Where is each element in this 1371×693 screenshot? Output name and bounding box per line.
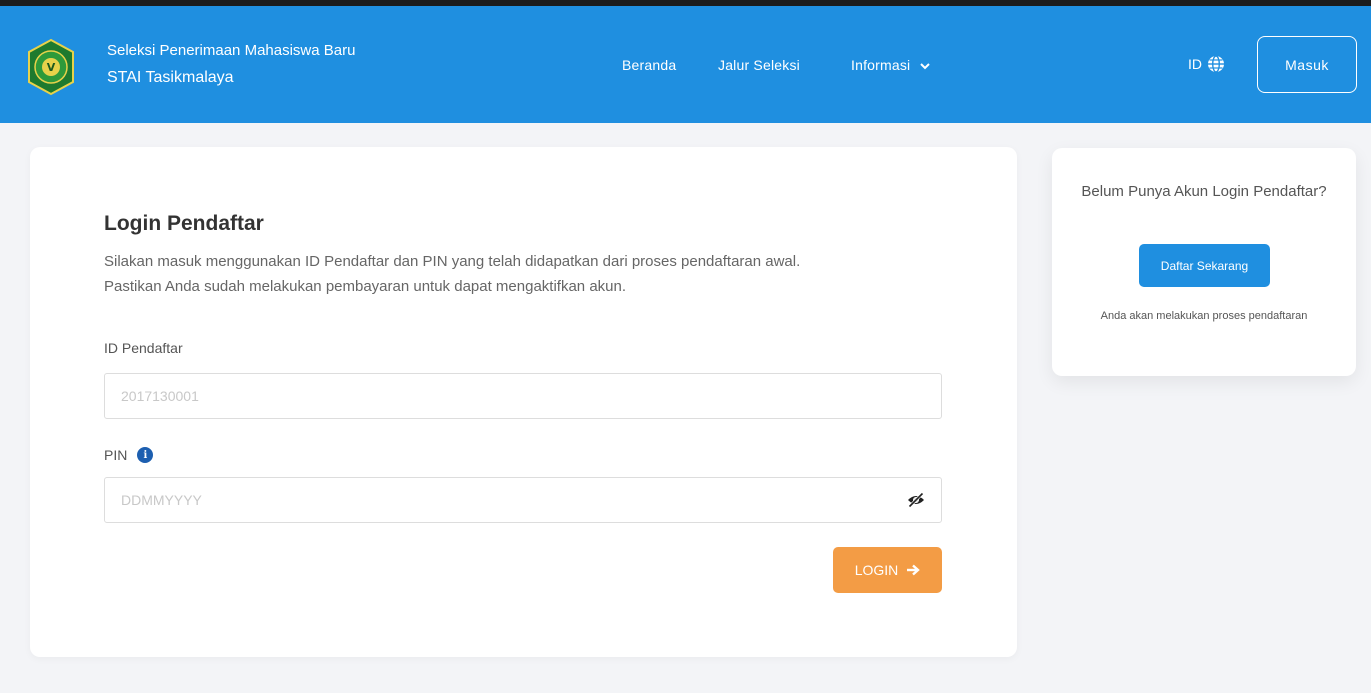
svg-text:V: V: [47, 61, 56, 74]
navbar: V Seleksi Penerimaan Mahasiswa Baru STAI…: [0, 6, 1371, 123]
login-description-line2: Pastikan Anda sudah melakukan pembayaran…: [104, 278, 627, 295]
brand-subtitle: STAI Tasikmalaya: [107, 69, 234, 86]
nav-dropdown-informasi[interactable]: Informasi: [851, 57, 931, 73]
globe-icon: [1208, 55, 1224, 73]
chevron-down-icon: [920, 63, 931, 70]
language-code: ID: [1188, 56, 1202, 72]
id-pendaftar-input[interactable]: [104, 373, 942, 419]
stai-logo-icon[interactable]: V: [26, 38, 76, 96]
nav-link-jalur-seleksi[interactable]: Jalur Seleksi: [718, 57, 800, 73]
info-icon[interactable]: i: [137, 447, 154, 463]
login-button[interactable]: LOGIN: [833, 547, 942, 593]
register-question: Belum Punya Akun Login Pendaftar?: [1081, 183, 1327, 200]
arrow-right-icon: [907, 564, 921, 576]
pin-input[interactable]: [104, 477, 942, 523]
login-description-line1: Silakan masuk menggunakan ID Pendaftar d…: [104, 253, 801, 270]
pin-label: PIN: [104, 447, 128, 463]
login-button-label: LOGIN: [854, 562, 899, 578]
register-note: Anda akan melakukan proses pendaftaran: [1100, 310, 1308, 322]
eye-slash-icon[interactable]: [906, 490, 926, 510]
login-title: Login Pendaftar: [104, 212, 264, 235]
language-switcher[interactable]: ID: [1188, 55, 1225, 73]
daftar-sekarang-button[interactable]: Daftar Sekarang: [1139, 244, 1270, 287]
brand-title: Seleksi Penerimaan Mahasiswa Baru: [107, 42, 356, 59]
nav-link-beranda[interactable]: Beranda: [622, 57, 676, 73]
nav-informasi-label: Informasi: [851, 57, 911, 73]
pin-label-row: PIN i: [104, 447, 154, 463]
id-pendaftar-label: ID Pendaftar: [104, 340, 183, 356]
masuk-button[interactable]: Masuk: [1257, 36, 1357, 93]
